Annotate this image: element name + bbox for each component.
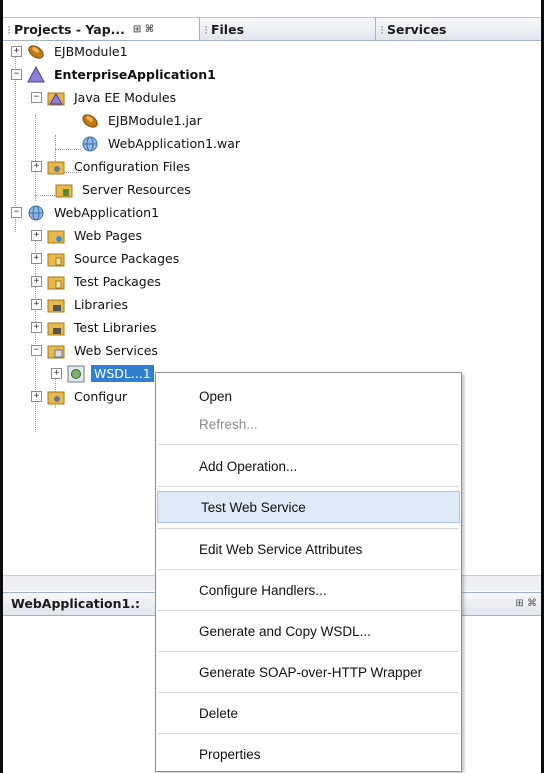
menu-item-delete[interactable]: Delete [156, 698, 461, 728]
ide-window: ⁝ Projects - Yap... ⊞ ⌘ ⁝ Files ⁝ Servic… [0, 0, 544, 773]
expand-plus-icon[interactable]: + [11, 46, 22, 57]
tree-line [35, 195, 55, 196]
menu-item-test-web-service[interactable]: Test Web Service [157, 491, 460, 523]
menu-item-add-operation[interactable]: Add Operation... [156, 451, 461, 481]
tree-node-libraries[interactable]: + Libraries [23, 293, 131, 316]
menu-item-configure-handlers[interactable]: Configure Handlers... [156, 575, 461, 605]
tree-node-java-ee-modules[interactable]: − Java EE Modules [23, 86, 179, 109]
node-label: EJBModule1 [54, 44, 128, 59]
tree-node-source-packages[interactable]: + Source Packages [23, 247, 182, 270]
expand-plus-icon[interactable]: + [31, 322, 42, 333]
globe-icon [81, 135, 99, 153]
expand-plus-icon[interactable]: + [31, 391, 42, 402]
server-folder-icon [55, 181, 73, 199]
node-label: Test Packages [74, 274, 161, 289]
context-menu: Open Refresh... Add Operation... Test We… [155, 372, 462, 772]
tree-line [55, 149, 81, 150]
bean-icon [81, 112, 99, 130]
expand-plus-icon[interactable]: + [31, 230, 42, 241]
tree-node-web-services[interactable]: − Web Services [23, 339, 161, 362]
collapse-minus-icon[interactable]: − [31, 92, 42, 103]
expand-plus-icon[interactable]: + [31, 299, 42, 310]
node-label: EJBModule1.jar [108, 113, 202, 128]
node-label: Configuration Files [74, 159, 191, 174]
menu-separator [158, 692, 459, 693]
projects-tab-bar: ⁝ Projects - Yap... ⊞ ⌘ ⁝ Files ⁝ Servic… [3, 17, 541, 41]
tree-node-web-pages[interactable]: + Web Pages [23, 224, 145, 247]
folder-icon [47, 250, 65, 268]
tab-projects-label: Projects - Yap... [13, 21, 125, 37]
menu-separator [158, 651, 459, 652]
menu-separator [158, 528, 459, 529]
node-label: WebApplication1.war [108, 136, 241, 151]
tree-node-web-application[interactable]: − WebApplication1 [3, 201, 162, 224]
menu-item-generate-copy-wsdl[interactable]: Generate and Copy WSDL... [156, 616, 461, 646]
node-label: Web Pages [74, 228, 142, 243]
folder-icon [47, 342, 65, 360]
tab-services[interactable]: ⁝ Services [376, 18, 541, 40]
node-label: Libraries [74, 297, 128, 312]
navigator-tab-title[interactable]: WebApplication1.: [11, 593, 140, 615]
collapse-minus-icon[interactable]: − [31, 345, 42, 356]
node-label-selected: WSDL...1 [91, 365, 154, 382]
navigator-window-controls-icon[interactable]: ⊞ ⌘ [515, 593, 537, 615]
expand-plus-icon[interactable]: + [31, 161, 42, 172]
globe-icon [27, 204, 45, 222]
folder-icon [47, 227, 65, 245]
expand-plus-icon[interactable]: + [31, 253, 42, 264]
tree-node-ejbmodule[interactable]: + EJBModule1 [3, 40, 131, 63]
node-label: Test Libraries [74, 320, 157, 335]
expand-plus-icon[interactable]: + [51, 368, 62, 379]
tree-node-configuration-files[interactable]: + Configuration Files [23, 155, 193, 178]
node-label: Source Packages [74, 251, 180, 266]
tree-node-web-war[interactable]: WebApplication1.war [81, 132, 243, 155]
menu-separator [158, 733, 459, 734]
config-folder-icon [47, 388, 65, 406]
tree-node-test-packages[interactable]: + Test Packages [23, 270, 164, 293]
node-label: Server Resources [82, 182, 191, 197]
tab-files-label: Files [210, 21, 245, 37]
menu-separator [158, 486, 459, 487]
menu-item-generate-soap-wrapper[interactable]: Generate SOAP-over-HTTP Wrapper [156, 657, 461, 687]
folder-icon [47, 273, 65, 291]
tab-services-label: Services [386, 21, 447, 37]
tab-window-controls-icon[interactable]: ⊞ ⌘ [133, 24, 154, 35]
collapse-minus-icon[interactable]: − [11, 69, 22, 80]
collapse-minus-icon[interactable]: − [11, 207, 22, 218]
menu-item-edit-attributes[interactable]: Edit Web Service Attributes [156, 534, 461, 564]
menu-item-properties[interactable]: Properties [156, 739, 461, 769]
expand-plus-icon[interactable]: + [31, 276, 42, 287]
tab-projects[interactable]: ⁝ Projects - Yap... ⊞ ⌘ [3, 18, 200, 40]
menu-item-refresh[interactable]: Refresh... [156, 409, 461, 439]
enterprise-app-icon [27, 65, 45, 84]
node-label: WebApplication1 [54, 205, 160, 220]
config-folder-icon [47, 158, 65, 176]
tree-node-enterprise-app[interactable]: − EnterpriseApplication1 [3, 63, 219, 86]
menu-separator [158, 569, 459, 570]
wsdl-icon [67, 365, 85, 383]
modules-folder-icon [47, 89, 65, 107]
tree-node-server-resources[interactable]: Server Resources [55, 178, 194, 201]
tab-files[interactable]: ⁝ Files [200, 18, 375, 40]
node-label: Java EE Modules [74, 90, 177, 105]
tree-node-configuration[interactable]: + Configur [23, 385, 130, 408]
node-label: Web Services [74, 343, 158, 358]
menu-item-open[interactable]: Open [156, 381, 461, 411]
library-folder-icon [47, 319, 65, 337]
menu-separator [158, 610, 459, 611]
bean-icon [27, 43, 45, 61]
tree-node-wsdl[interactable]: + WSDL...1 [43, 362, 154, 385]
menu-separator [158, 444, 459, 445]
tree-node-ejb-jar[interactable]: EJBModule1.jar [81, 109, 205, 132]
tree-node-test-libraries[interactable]: + Test Libraries [23, 316, 160, 339]
node-label: Configur [74, 389, 128, 404]
node-label: EnterpriseApplication1 [54, 67, 216, 82]
library-folder-icon [47, 296, 65, 314]
